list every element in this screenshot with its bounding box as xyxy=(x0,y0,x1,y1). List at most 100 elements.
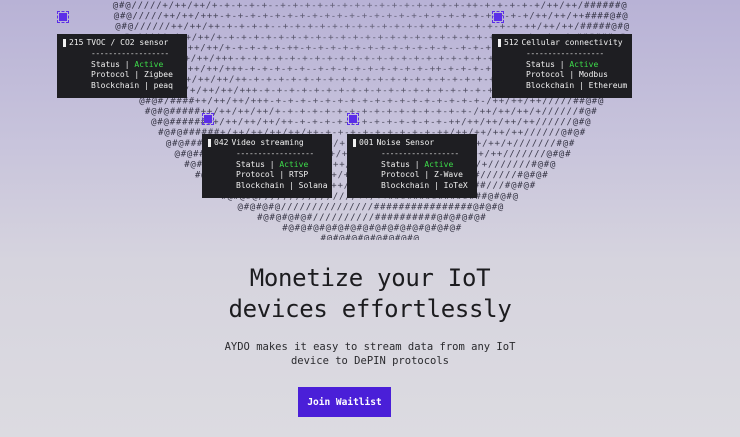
ascii-char: - xyxy=(448,43,453,53)
protocol-value: Zigbee xyxy=(143,70,173,80)
ascii-char: - xyxy=(467,107,472,117)
ascii-char: / xyxy=(219,118,224,128)
ascii-char: @ xyxy=(288,213,294,223)
device-card-042[interactable]: 042 Video streaming ------------------ St… xyxy=(202,134,332,198)
ascii-char: - xyxy=(443,118,448,128)
ascii-char: / xyxy=(187,1,192,11)
ascii-char: + xyxy=(491,149,497,159)
ascii-char: + xyxy=(182,12,188,22)
blockchain-label: Blockchain xyxy=(381,180,430,190)
ascii-char: # xyxy=(333,234,339,240)
ascii-char: # xyxy=(170,118,176,128)
ascii-char: + xyxy=(325,96,331,106)
ascii-char: # xyxy=(406,213,412,223)
ascii-char: + xyxy=(554,12,560,22)
ascii-char: + xyxy=(429,1,435,11)
ascii-char: + xyxy=(222,54,228,64)
ascii-char: / xyxy=(312,202,317,212)
ascii-char: # xyxy=(468,213,474,223)
ascii-char: + xyxy=(438,86,444,96)
ascii-char: - xyxy=(436,43,441,53)
ascii-char: + xyxy=(399,12,405,22)
ascii-char: + xyxy=(343,43,349,53)
ascii-char: + xyxy=(340,139,346,149)
ascii-char: + xyxy=(412,118,418,128)
ascii-char: # xyxy=(479,202,485,212)
device-id: 215 xyxy=(69,38,84,47)
device-marker-icon xyxy=(347,113,359,125)
ascii-char: - xyxy=(418,12,423,22)
ascii-char: / xyxy=(131,1,136,11)
ascii-char: - xyxy=(434,75,439,85)
ascii-char: @ xyxy=(450,224,456,234)
ascii-char: + xyxy=(207,65,213,75)
ascii-char: / xyxy=(566,12,571,22)
ascii-char: + xyxy=(226,118,232,128)
ascii-char: / xyxy=(548,107,553,117)
ascii-char: # xyxy=(431,224,437,234)
ascii-char: + xyxy=(379,1,385,11)
ascii-char: - xyxy=(467,65,472,75)
ascii-char: - xyxy=(405,118,410,128)
ascii-char: + xyxy=(374,118,380,128)
ascii-char: # xyxy=(307,224,313,234)
ascii-char: / xyxy=(355,202,360,212)
blockchain-label: Blockchain xyxy=(526,80,575,90)
ascii-char: # xyxy=(270,213,276,223)
ascii-char: + xyxy=(266,75,272,85)
ascii-char: - xyxy=(460,1,465,11)
ascii-char: / xyxy=(578,1,583,11)
ascii-char: / xyxy=(349,202,354,212)
ascii-char: + xyxy=(207,43,213,53)
protocol-label: Protocol xyxy=(381,170,420,180)
ascii-char: / xyxy=(538,139,543,149)
device-card-512[interactable]: 512 Cellular connectivity ---------------… xyxy=(492,34,632,98)
ascii-char: - xyxy=(470,54,475,64)
device-card-215[interactable]: 215 TVOC / CO2 sensor ------------------ … xyxy=(57,34,187,98)
ascii-char: + xyxy=(393,65,399,75)
ascii-char: + xyxy=(392,1,398,11)
ascii-char: / xyxy=(541,1,546,11)
ascii-char: # xyxy=(530,181,536,191)
ascii-char: - xyxy=(408,54,413,64)
ascii-char: + xyxy=(333,160,339,170)
ascii-char: + xyxy=(337,118,343,128)
ascii-char: # xyxy=(374,202,380,212)
ascii-char: # xyxy=(257,213,263,223)
ascii-char: / xyxy=(215,86,220,96)
ascii-char: - xyxy=(269,12,274,22)
ascii-char: / xyxy=(238,118,243,128)
ascii-char: # xyxy=(557,139,563,149)
card-separator: ------------------ xyxy=(236,149,314,159)
ascii-char: / xyxy=(257,118,262,128)
ascii-char: / xyxy=(319,213,324,223)
ascii-char: + xyxy=(351,86,357,96)
ascii-char: + xyxy=(478,149,484,159)
ascii-char: / xyxy=(532,139,537,149)
ascii-char: + xyxy=(367,1,373,11)
ascii-char: / xyxy=(492,107,497,117)
ascii-char: - xyxy=(443,107,448,117)
protocol-value: Modbus xyxy=(578,70,608,80)
ascii-char: / xyxy=(560,118,565,128)
ascii-char: - xyxy=(368,118,373,128)
ascii-char: # xyxy=(383,234,389,240)
join-waitlist-button[interactable]: Join Waitlist xyxy=(298,387,391,417)
ascii-char: + xyxy=(275,107,281,117)
ascii-char: - xyxy=(219,12,224,22)
ascii-char: / xyxy=(369,213,374,223)
ascii-char: # xyxy=(282,224,288,234)
ascii-char: - xyxy=(306,12,311,22)
status-value: Active xyxy=(569,59,599,69)
ascii-char: - xyxy=(347,33,352,43)
ascii-char: - xyxy=(398,1,403,11)
ascii-char: - xyxy=(386,65,391,75)
card-bar-icon xyxy=(63,39,66,48)
ascii-char: - xyxy=(479,43,484,53)
ascii-char: - xyxy=(269,65,274,75)
ascii-char: - xyxy=(255,1,260,11)
device-card-001[interactable]: 001 Noise Sensor ------------------ Statu… xyxy=(347,134,477,198)
ascii-char: - xyxy=(268,1,273,11)
ascii-char: # xyxy=(375,213,381,223)
ascii-char: # xyxy=(172,139,178,149)
